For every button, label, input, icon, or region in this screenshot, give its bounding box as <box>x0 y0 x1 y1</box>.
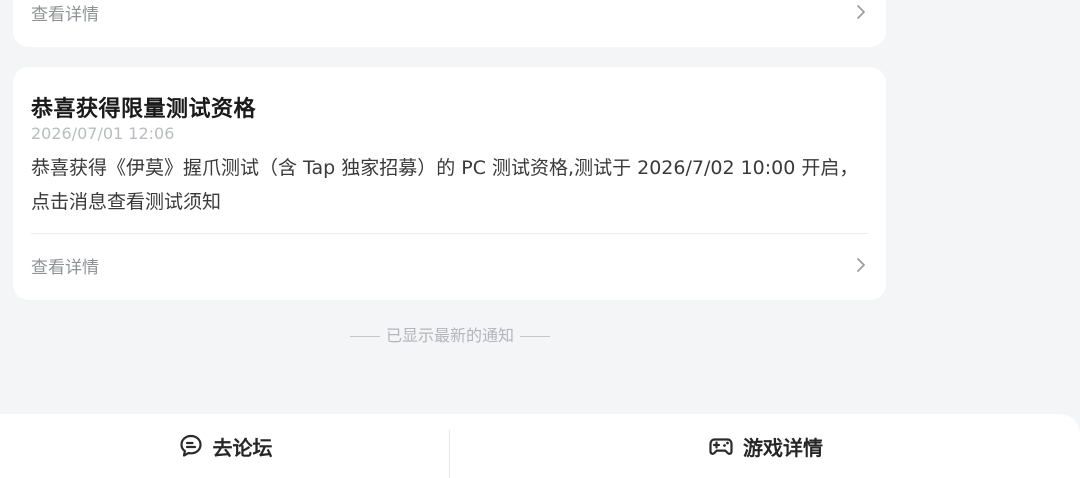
chevron-right-icon <box>857 5 865 19</box>
notification-card-previous: 查看详情 <box>13 0 886 47</box>
view-details-row[interactable]: 查看详情 <box>31 250 868 280</box>
chat-bubble-icon <box>179 434 202 457</box>
view-details-label: 查看详情 <box>31 257 99 278</box>
bottom-action-bar: 去论坛 游戏详情 <box>0 414 1080 478</box>
gamepad-icon <box>709 438 733 455</box>
notification-page: 查看详情 恭喜获得限量测试资格 2026/07/01 12:06 恭喜获得《伊莫… <box>0 0 1080 478</box>
end-of-list-note: 已显示最新的通知 <box>0 322 900 346</box>
card-divider <box>31 233 868 234</box>
end-of-list-text: 已显示最新的通知 <box>385 326 514 345</box>
game-details-label: 游戏详情 <box>743 435 823 460</box>
view-details-row[interactable]: 查看详情 <box>31 0 868 27</box>
note-dash-left <box>349 336 380 337</box>
notification-title: 恭喜获得限量测试资格 <box>31 97 257 122</box>
notification-card[interactable]: 恭喜获得限量测试资格 2026/07/01 12:06 恭喜获得《伊莫》握爪测试… <box>13 67 886 300</box>
go-to-forum-label: 去论坛 <box>212 435 273 460</box>
notification-body: 恭喜获得《伊莫》握爪测试（含 Tap 独家招募）的 PC 测试资格,测试于 20… <box>31 157 859 213</box>
game-details-button[interactable]: 游戏详情 <box>450 414 1080 478</box>
view-details-label: 查看详情 <box>31 4 99 25</box>
chevron-right-icon <box>857 258 865 272</box>
go-to-forum-button[interactable]: 去论坛 <box>0 414 449 478</box>
note-dash-right <box>520 336 550 337</box>
notification-timestamp: 2026/07/01 12:06 <box>31 124 175 143</box>
